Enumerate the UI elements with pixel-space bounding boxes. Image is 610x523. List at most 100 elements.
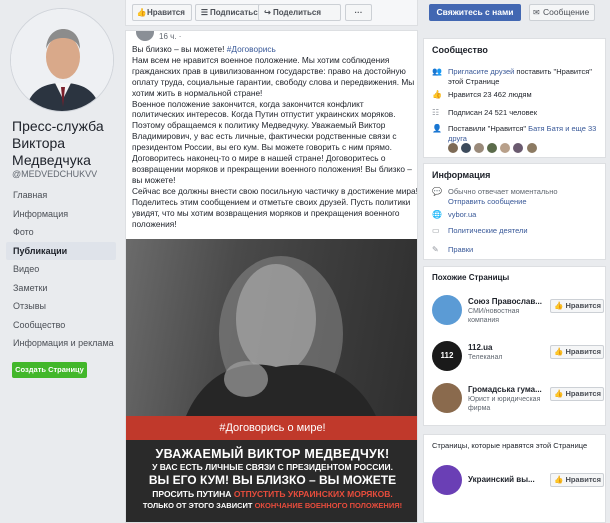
nav-item-info[interactable]: Информация — [6, 205, 116, 224]
page-logo — [432, 465, 462, 495]
info-title: Информация — [432, 170, 491, 180]
friends-like-text: Поставили "Нравится" Батя Батя и еще 33 … — [448, 124, 606, 143]
invite-friends-link[interactable]: Пригласите друзей — [448, 67, 514, 76]
page-logo — [432, 383, 462, 413]
post-paragraph: Военное положение закончится, когда зако… — [132, 98, 412, 185]
friend-avatar[interactable] — [474, 143, 485, 153]
rss-icon: ☰ — [200, 8, 209, 17]
image-line-4: ПРОСИТЬ ПУТИНА ОТПУСТИТЬ УКРАИНСКИХ МОРЯ… — [126, 488, 417, 500]
post-paragraph: Вы близко – вы можете! #Договорись — [132, 44, 417, 55]
contact-us-button[interactable]: Свяжитесь с нами — [429, 4, 521, 21]
similar-like-button[interactable]: 👍 Нравится — [550, 299, 604, 313]
similar-like-button[interactable]: 👍 Нравится — [550, 387, 604, 401]
create-page-button[interactable]: Создать Страницу — [12, 362, 87, 378]
image-banner-hashtag: #Договорись о мире! — [126, 416, 417, 440]
pencil-icon: ✎ — [432, 245, 439, 254]
similar-page-category: Юрист и юридическая фирма — [468, 396, 541, 412]
like-page-button[interactable]: 👍Нравится — [132, 4, 192, 21]
nav-item-posts[interactable]: Публикации — [6, 241, 116, 260]
post-lead: Вы близко – вы можете! — [132, 44, 225, 54]
liked-page-item[interactable]: Украинский вы... 👍 Нравится — [432, 465, 604, 499]
friend-avatar[interactable] — [487, 143, 498, 153]
post-paragraph: Сейчас все должны внести свою посильную … — [132, 185, 418, 229]
message-button[interactable]: ✉ Сообщение — [529, 4, 595, 21]
similar-page-item[interactable]: Союз Православ... СМИ/новостная компания… — [432, 295, 604, 329]
post: 16 ч. · Вы близко – вы можете! #Договори… — [125, 30, 418, 523]
share-label: Поделиться — [273, 8, 322, 17]
thumbs-up-icon: 👍 — [432, 90, 442, 99]
image-line-2: У ВАС ЕСТЬ ЛИЧНЫЕ СВЯЗИ С ПРЕЗИДЕНТОМ РО… — [152, 462, 393, 472]
send-message-link[interactable]: Отправить сообщение — [448, 197, 527, 206]
image-line-5-a: ТОЛЬКО ОТ ЭТОГО ЗАВИСИТ — [142, 501, 255, 510]
post-image[interactable]: #Договорись о мире! УВАЖАЕМЫЙ ВИКТОР МЕД… — [126, 239, 417, 522]
nav-item-videos[interactable]: Видео — [6, 260, 116, 279]
friend-avatar[interactable] — [500, 143, 511, 153]
similar-page-item[interactable]: 112 112.ua Телеканал 👍 Нравится — [432, 341, 604, 375]
nav-item-notes[interactable]: Заметки — [6, 279, 116, 298]
invite-text: Пригласите друзей поставить "Нравится" э… — [448, 67, 606, 86]
page-handle[interactable]: @MEDVEDCHUKVV — [12, 169, 97, 179]
left-column: Пресс-служба Виктора Медведчука @MEDVEDC… — [0, 0, 118, 523]
message-label: Сообщение — [543, 7, 590, 17]
image-line-5-b: ОКОНЧАНИЕ ВОЕННОГО ПОЛОЖЕНИЯ! — [254, 501, 403, 510]
share-button[interactable]: ↪ Поделиться — [258, 4, 341, 21]
page-avatar[interactable] — [10, 8, 114, 112]
nav-item-home[interactable]: Главная — [6, 186, 116, 205]
similar-page-name[interactable]: 112.ua — [468, 343, 492, 352]
website-link[interactable]: vybor.ua — [448, 210, 606, 220]
hashtag-link[interactable]: #Договорись — [227, 44, 276, 54]
follow-icon: ☷ — [432, 108, 440, 117]
liked-page-name[interactable]: Украинский вы... — [468, 475, 535, 484]
like-label: Нравится — [565, 301, 601, 310]
like-label: Нравится — [565, 389, 601, 398]
like-label: Нравится — [565, 347, 601, 356]
similar-page-category: Телеканал — [468, 354, 503, 361]
portrait-photo — [126, 239, 417, 416]
follows-count: Подписан 24 521 человек — [448, 108, 538, 117]
liked-pages-card: Страницы, которые нравятся этой Странице… — [423, 434, 606, 523]
image-line-1: УВАЖАЕМЫЙ ВИКТОР МЕДВЕДЧУК! — [155, 447, 390, 461]
nav-item-photos[interactable]: Фото — [6, 223, 116, 242]
friends-icon: 👤 — [432, 124, 442, 133]
similar-page-name[interactable]: Громадська гума... — [468, 385, 542, 394]
similar-page-item[interactable]: Громадська гума... Юрист и юридическая ф… — [432, 383, 604, 417]
likes-count: Нравится 23 462 людям — [448, 90, 532, 99]
nav-item-community[interactable]: Сообщество — [6, 316, 116, 335]
nav-item-reviews[interactable]: Отзывы — [6, 297, 116, 316]
thumbs-up-icon: 👍 — [554, 389, 566, 398]
similar-page-name[interactable]: Союз Православ... — [468, 297, 542, 306]
similar-like-button[interactable]: 👍 Нравится — [550, 345, 604, 359]
page-logo-112: 112 — [432, 341, 462, 371]
liked-page-like-button[interactable]: 👍 Нравится — [550, 473, 604, 487]
like-label: Нравится — [565, 475, 601, 484]
share-icon: ↪ — [264, 8, 271, 17]
friend-avatar[interactable] — [448, 143, 458, 153]
image-banner-text: УВАЖАЕМЫЙ ВИКТОР МЕДВЕДЧУК! У ВАС ЕСТЬ Л… — [126, 440, 417, 522]
chat-icon: 💬 — [432, 187, 442, 196]
friend-avatar[interactable] — [526, 143, 537, 153]
thumbs-up-icon: 👍 — [554, 347, 566, 356]
post-author-avatar[interactable] — [136, 31, 154, 41]
like-page-label: Нравится — [147, 8, 185, 17]
info-card: Информация 💬 Обычно отвечает моментально… — [423, 163, 606, 260]
page-title: Пресс-служба Виктора Медведчука — [12, 118, 104, 168]
similar-pages-card: Похожие Страницы Союз Православ... СМИ/н… — [423, 266, 606, 426]
edits-link[interactable]: Правки — [448, 245, 606, 255]
invite-icon: 👥 — [432, 67, 442, 76]
category-link[interactable]: Политические деятели — [448, 226, 606, 236]
more-options-button[interactable]: ··· — [345, 4, 372, 21]
message-icon: ✉ — [533, 8, 540, 17]
friend-avatar[interactable] — [461, 143, 472, 153]
page-action-bar: 👍Нравится ☰ Подписаться ↪ Поделиться ··· — [125, 0, 418, 26]
friend-avatar[interactable] — [513, 143, 524, 153]
post-timestamp[interactable]: 16 ч. · — [159, 32, 181, 41]
follow-label: Подписаться — [210, 8, 263, 17]
thumbs-up-icon: 👍 — [554, 301, 566, 310]
image-line-4-a: ПРОСИТЬ ПУТИНА — [152, 489, 234, 499]
post-text: Вы близко – вы можете! #Договорись Нам в… — [132, 44, 418, 229]
response-text: Обычно отвечает моментально Отправить соо… — [448, 187, 606, 206]
globe-icon: 🌐 — [432, 210, 442, 219]
nav-item-info-ads[interactable]: Информация и реклама — [6, 334, 116, 353]
post-paragraph: Нам всем не нравится военное положение. … — [132, 54, 415, 98]
community-card: Сообщество 👥 Пригласите друзей поставить… — [423, 38, 606, 158]
